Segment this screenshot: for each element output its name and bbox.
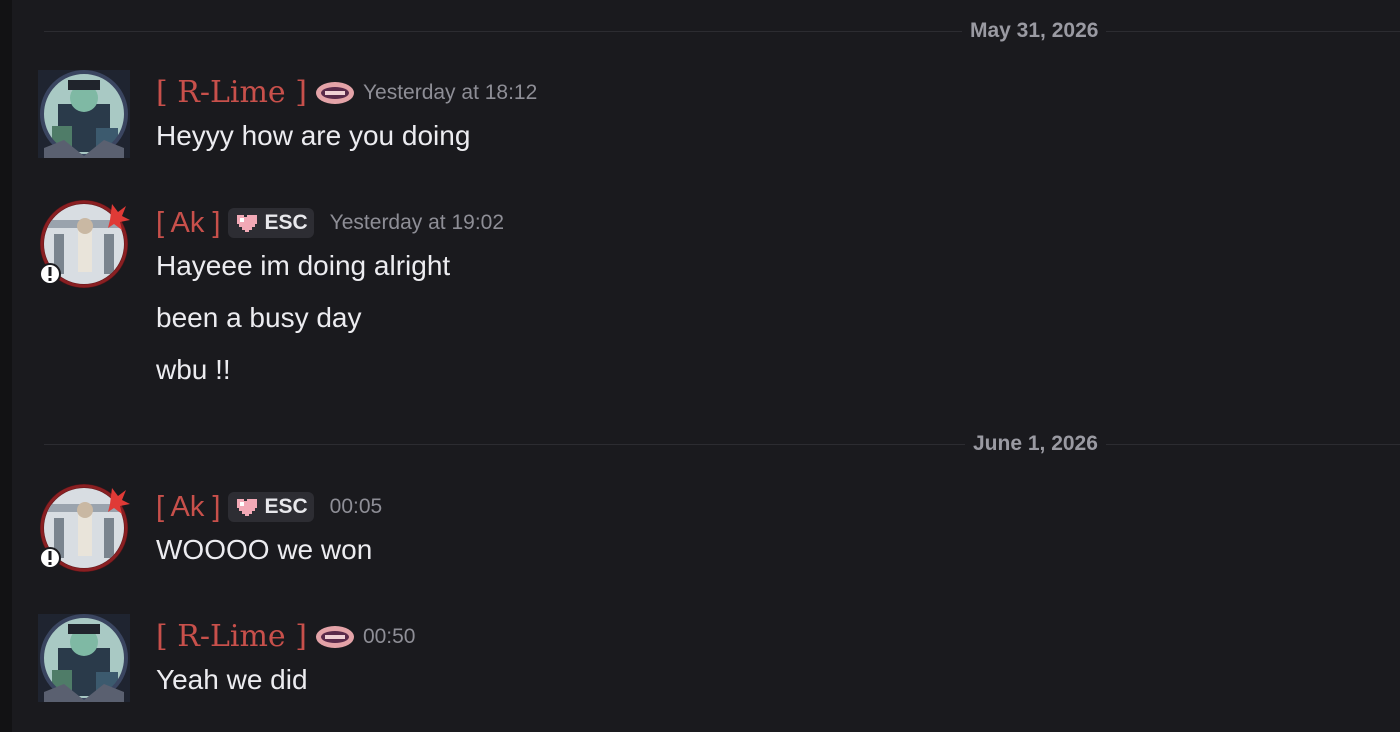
message-text: been a busy day: [156, 302, 362, 333]
message-text: Yeah we did: [156, 664, 308, 695]
message-text: WOOOO we won: [156, 534, 373, 565]
server-tag[interactable]: ESC: [228, 492, 314, 522]
message-header: [ Ak ] ESC Yesterday at 19:02: [156, 206, 504, 240]
timestamp: Yesterday at 18:12: [362, 81, 538, 104]
timestamp: Yesterday at 19:02: [329, 211, 505, 234]
guild-badge-icon[interactable]: [315, 625, 355, 649]
message-header: [ R-Lime ] 00:50: [156, 620, 416, 654]
timestamp: 00:05: [329, 495, 383, 518]
divider-line: [44, 31, 1400, 32]
avatar[interactable]: [38, 68, 130, 160]
pixel-heart-icon: [237, 215, 258, 232]
avatar[interactable]: [38, 482, 130, 574]
guild-badge-icon[interactable]: [315, 81, 355, 105]
message-header: [ R-Lime ] Yesterday at 18:12: [156, 76, 537, 110]
divider-line: [44, 444, 1400, 445]
message-header: [ Ak ] ESC 00:05: [156, 490, 382, 524]
timestamp: 00:50: [362, 625, 416, 648]
avatar[interactable]: [38, 198, 130, 290]
username[interactable]: [ R-Lime ]: [156, 620, 307, 654]
tag-label: ESC: [264, 211, 308, 234]
chat-messages: May 31, 2026 [R-Lime] Yesterday at 18:…: [12, 0, 1400, 732]
username[interactable]: [ Ak ]: [156, 490, 220, 524]
tag-label: ESC: [264, 495, 308, 518]
pixel-heart-icon: [237, 499, 258, 516]
date-divider: June 1, 2026: [44, 432, 1400, 456]
message-text: wbu !!: [156, 354, 231, 385]
avatar[interactable]: [38, 612, 130, 704]
divider-date: June 1, 2026: [965, 432, 1106, 456]
message-text: Hayeee im doing alright: [156, 250, 451, 281]
left-rail: [0, 0, 12, 732]
username[interactable]: [ R-Lime ]: [156, 76, 307, 110]
server-tag[interactable]: ESC: [228, 208, 314, 238]
divider-date: May 31, 2026: [962, 19, 1107, 43]
message-text: Heyyy how are you doing: [156, 120, 471, 151]
username[interactable]: [ Ak ]: [156, 206, 220, 240]
date-divider: May 31, 2026: [44, 19, 1400, 43]
